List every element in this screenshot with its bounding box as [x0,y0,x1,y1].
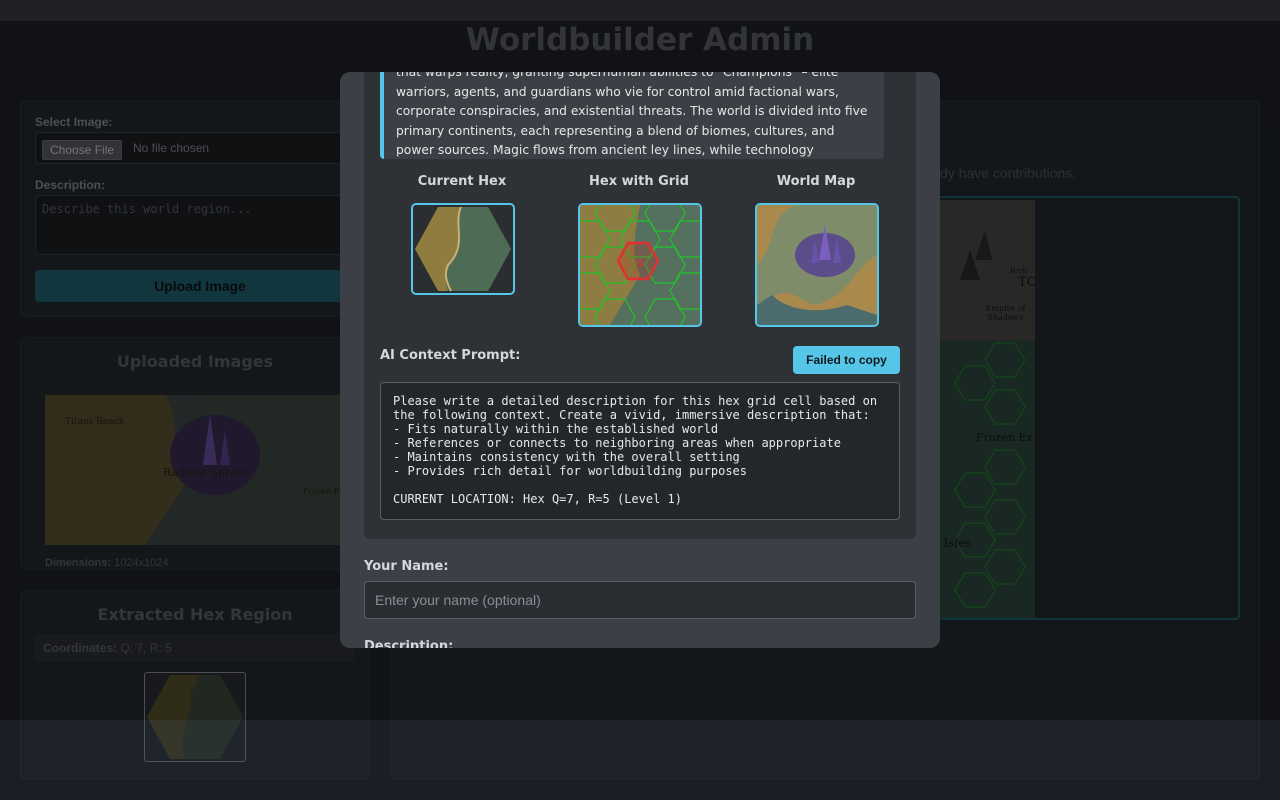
ai-context-prompt-textarea[interactable]: Please write a detailed description for … [380,382,900,520]
hex-with-grid-preview[interactable] [578,203,702,327]
current-hex-preview[interactable] [411,203,515,295]
world-description-text: that warps reality, granting superhuman … [396,72,868,157]
world-map-heading: World Map [776,174,856,189]
hex-description-modal: that warps reality, granting superhuman … [340,72,940,648]
ai-context-label: AI Context Prompt: [380,348,521,363]
your-name-label: Your Name: [364,559,449,574]
your-name-input[interactable]: Enter your name (optional) [364,581,916,619]
world-description-box[interactable]: that warps reality, granting superhuman … [380,72,884,159]
copy-prompt-button[interactable]: Failed to copy [793,346,900,374]
world-map-preview[interactable] [755,203,879,327]
modal-description-label: Description: [364,639,454,648]
viewport-bottom-shade [0,720,1280,800]
hex-with-grid-heading: Hex with Grid [589,174,689,189]
current-hex-heading: Current Hex [417,174,507,189]
